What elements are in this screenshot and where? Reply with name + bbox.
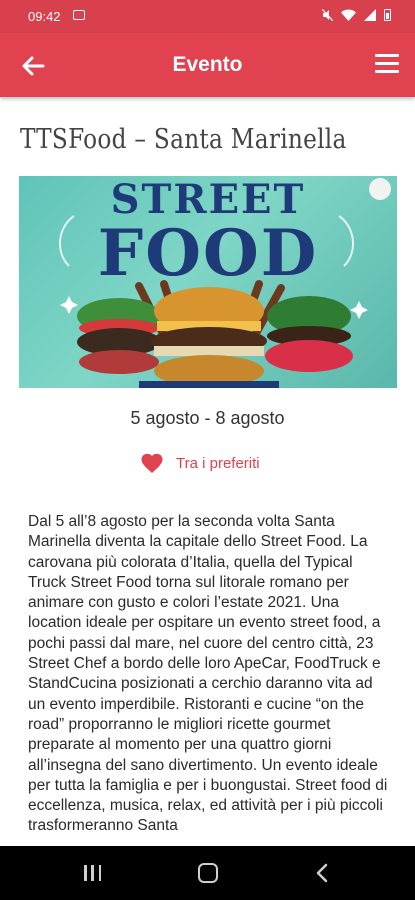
banner-logo bbox=[369, 178, 391, 200]
event-title: TTSFood – Santa Marinella bbox=[20, 124, 347, 155]
favorite-button[interactable]: Tra i preferiti bbox=[140, 452, 260, 474]
status-time: 09:42 bbox=[28, 9, 61, 24]
event-description: Dal 5 all’8 agosto per la seconda volta … bbox=[28, 513, 388, 835]
app-bar: Evento bbox=[0, 33, 415, 97]
battery-icon bbox=[384, 9, 391, 21]
recents-icon[interactable] bbox=[84, 865, 101, 881]
favorite-label: Tra i preferiti bbox=[176, 454, 260, 472]
hamburger-menu-icon[interactable] bbox=[375, 54, 399, 76]
mute-icon bbox=[322, 9, 333, 21]
page-title: Evento bbox=[172, 53, 243, 76]
wifi-icon bbox=[341, 9, 356, 21]
heart-icon bbox=[141, 453, 163, 473]
image-notification-icon bbox=[73, 10, 85, 20]
back-nav-icon[interactable] bbox=[313, 863, 333, 883]
signal-icon bbox=[364, 9, 376, 21]
event-dates: 5 agosto - 8 agosto bbox=[130, 408, 285, 428]
status-icons bbox=[322, 9, 391, 21]
banner-line-2: FOOD bbox=[97, 216, 319, 291]
system-navigation-bar bbox=[0, 846, 415, 900]
status-bar: 09:42 bbox=[0, 0, 415, 33]
event-banner-image: STREET FOOD bbox=[19, 176, 397, 388]
home-icon[interactable] bbox=[198, 863, 218, 883]
